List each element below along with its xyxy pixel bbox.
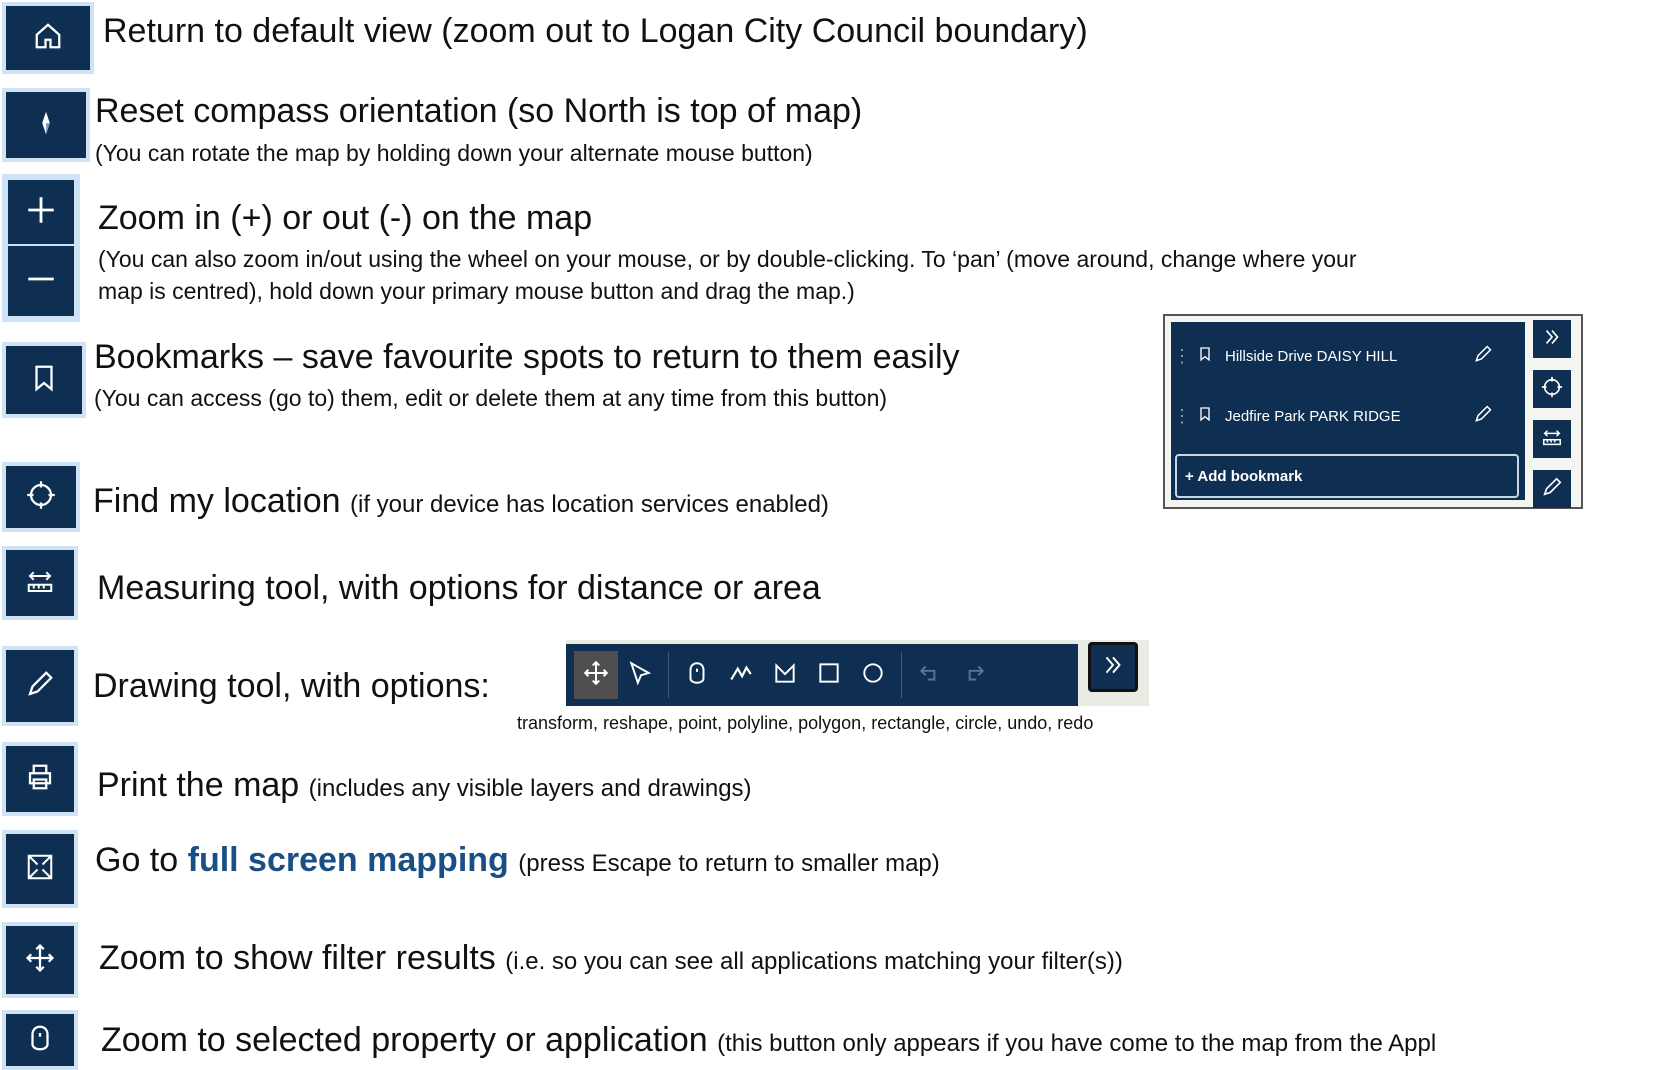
filter-description: Zoom to show filter results (i.e. so you… — [99, 941, 1123, 975]
circle-icon — [860, 660, 886, 691]
print-description: Print the map (includes any visible laye… — [97, 768, 752, 802]
drag-handle-icon[interactable]: ⋮ — [1173, 406, 1191, 427]
reshape-tool[interactable] — [618, 651, 662, 699]
locate-icon — [26, 480, 56, 515]
redo-icon — [961, 660, 987, 691]
point-icon — [25, 1023, 55, 1058]
zoom-selected-button[interactable] — [2, 1010, 78, 1070]
print-note: (includes any visible layers and drawing… — [308, 775, 752, 802]
toolbar-divider — [668, 652, 669, 698]
zoom-filter-button[interactable] — [2, 922, 78, 998]
undo-button[interactable] — [908, 651, 952, 699]
bookmarks-description: Bookmarks – save favourite spots to retu… — [94, 338, 960, 376]
locate-side-button[interactable] — [1533, 370, 1571, 408]
locate-button[interactable] — [2, 462, 80, 532]
point-tool[interactable] — [675, 651, 719, 699]
bookmark-label: Jedfire Park PARK RIDGE — [1225, 407, 1401, 425]
locate-icon — [1541, 376, 1563, 403]
home-button[interactable] — [2, 2, 94, 74]
bookmark-item[interactable]: ⋮ Jedfire Park PARK RIDGE — [1171, 388, 1525, 444]
print-button[interactable] — [2, 742, 78, 816]
filter-note: (i.e. so you can see all applications ma… — [505, 948, 1123, 975]
bookmark-icon — [1197, 346, 1215, 366]
zoom-description: Zoom in (+) or out (-) on the map — [98, 199, 593, 237]
expand-panel-button[interactable] — [1533, 320, 1571, 358]
compass-subtext: (You can rotate the map by holding down … — [95, 140, 813, 166]
pencil-icon — [1541, 476, 1563, 503]
fullscreen-button[interactable] — [2, 830, 78, 908]
fullscreen-pre: Go to — [95, 841, 179, 879]
print-title: Print the map — [97, 766, 300, 804]
home-icon — [33, 21, 63, 56]
zoom-subtext-line2: map is centred), hold down your primary … — [98, 278, 855, 304]
compass-button[interactable] — [2, 88, 90, 162]
drawing-toolbar-bar — [566, 644, 1078, 706]
fullscreen-link[interactable]: full screen mapping — [188, 841, 509, 879]
edit-icon[interactable] — [1473, 344, 1495, 368]
zoom-out-icon — [24, 262, 58, 301]
zoom-in-button[interactable] — [8, 180, 74, 244]
locate-title: Find my location — [93, 482, 341, 520]
undo-icon — [917, 660, 943, 691]
bookmark-label: Hillside Drive DAISY HILL — [1225, 347, 1398, 365]
zoom-controls — [2, 174, 80, 322]
bookmark-panel: ⋮ Hillside Drive DAISY HILL ⋮ Jedfire Pa… — [1163, 314, 1583, 509]
draw-side-button[interactable] — [1533, 470, 1571, 508]
zoom-in-icon — [24, 193, 58, 232]
drawing-tools-caption: transform, reshape, point, polyline, pol… — [517, 713, 1094, 733]
draw-description: Drawing tool, with options: — [93, 667, 490, 705]
filter-title: Zoom to show filter results — [99, 939, 496, 977]
measure-description: Measuring tool, with options for distanc… — [97, 569, 821, 607]
transform-tool[interactable] — [574, 651, 618, 699]
locate-description: Find my location (if your device has loc… — [93, 484, 829, 518]
drawing-toolbar — [566, 640, 1149, 706]
compass-description: Reset compass orientation (so North is t… — [95, 92, 863, 130]
rectangle-tool[interactable] — [807, 651, 851, 699]
measure-icon — [1541, 426, 1563, 453]
selected-note: (this button only appears if you have co… — [717, 1030, 1437, 1057]
measure-button[interactable] — [2, 546, 78, 620]
pencil-icon — [25, 669, 55, 704]
measure-icon — [25, 566, 55, 601]
edit-icon[interactable] — [1473, 404, 1495, 428]
bookmarks-subtext: (You can access (go to) them, edit or de… — [94, 385, 888, 411]
fullscreen-icon — [25, 852, 55, 887]
polygon-icon — [772, 660, 798, 691]
polygon-tool[interactable] — [763, 651, 807, 699]
double-chevron-right-icon — [1100, 652, 1126, 683]
polyline-icon — [728, 660, 754, 691]
bookmark-item[interactable]: ⋮ Hillside Drive DAISY HILL — [1171, 328, 1525, 384]
home-description: Return to default view (zoom out to Loga… — [103, 12, 1088, 50]
point-icon — [684, 660, 710, 691]
fullscreen-note: (press Escape to return to smaller map) — [518, 850, 940, 877]
toolbar-divider — [901, 652, 902, 698]
selected-description: Zoom to selected property or application… — [101, 1023, 1436, 1057]
print-icon — [25, 762, 55, 797]
rectangle-icon — [816, 660, 842, 691]
zoom-subtext-line1: (You can also zoom in/out using the whee… — [98, 246, 1357, 272]
add-bookmark-button[interactable]: + Add bookmark — [1175, 454, 1519, 498]
drag-handle-icon[interactable]: ⋮ — [1173, 346, 1191, 367]
drawing-expand-button[interactable] — [1088, 642, 1138, 692]
bookmark-list: ⋮ Hillside Drive DAISY HILL ⋮ Jedfire Pa… — [1171, 322, 1525, 500]
measure-side-button[interactable] — [1533, 420, 1571, 458]
bookmarks-button[interactable] — [2, 342, 86, 418]
locate-note: (if your device has location services en… — [350, 491, 829, 518]
circle-tool[interactable] — [851, 651, 895, 699]
bookmark-icon — [1197, 406, 1215, 426]
fullscreen-description: Go to full screen mapping (press Escape … — [95, 843, 940, 877]
compass-icon — [31, 108, 61, 143]
double-chevron-right-icon — [1541, 326, 1563, 353]
cursor-icon — [627, 660, 653, 691]
selected-title: Zoom to selected property or application — [101, 1021, 708, 1059]
zoom-out-button[interactable] — [8, 246, 74, 316]
draw-button[interactable] — [2, 646, 78, 726]
move-icon — [583, 660, 609, 691]
redo-button[interactable] — [952, 651, 996, 699]
move-icon — [25, 943, 55, 978]
polyline-tool[interactable] — [719, 651, 763, 699]
bookmark-icon — [29, 363, 59, 398]
